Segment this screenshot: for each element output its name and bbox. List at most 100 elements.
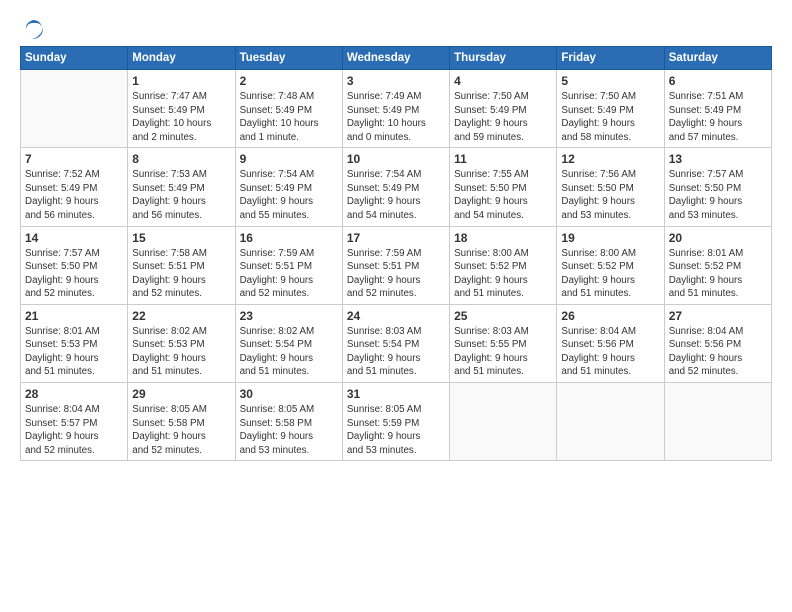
cell-date-number: 29 (132, 386, 230, 402)
cell-date-number: 12 (561, 151, 659, 167)
calendar-cell: 30Sunrise: 8:05 AMSunset: 5:58 PMDayligh… (235, 383, 342, 461)
weekday-header-tuesday: Tuesday (235, 47, 342, 70)
cell-date-number: 16 (240, 230, 338, 246)
calendar-cell: 2Sunrise: 7:48 AMSunset: 5:49 PMDaylight… (235, 70, 342, 148)
calendar-cell: 31Sunrise: 8:05 AMSunset: 5:59 PMDayligh… (342, 383, 449, 461)
cell-info-text: Sunrise: 8:03 AMSunset: 5:55 PMDaylight:… (454, 325, 552, 379)
cell-info-text: Sunrise: 7:58 AMSunset: 5:51 PMDaylight:… (132, 247, 230, 301)
page-header (20, 18, 772, 36)
cell-info-text: Sunrise: 7:47 AMSunset: 5:49 PMDaylight:… (132, 90, 230, 144)
cell-info-text: Sunrise: 7:59 AMSunset: 5:51 PMDaylight:… (240, 247, 338, 301)
cell-info-text: Sunrise: 7:54 AMSunset: 5:49 PMDaylight:… (347, 168, 445, 222)
cell-info-text: Sunrise: 7:49 AMSunset: 5:49 PMDaylight:… (347, 90, 445, 144)
cell-info-text: Sunrise: 7:55 AMSunset: 5:50 PMDaylight:… (454, 168, 552, 222)
cell-date-number: 4 (454, 73, 552, 89)
cell-date-number: 6 (669, 73, 767, 89)
cell-date-number: 27 (669, 308, 767, 324)
cell-date-number: 15 (132, 230, 230, 246)
cell-date-number: 11 (454, 151, 552, 167)
cell-info-text: Sunrise: 8:00 AMSunset: 5:52 PMDaylight:… (561, 247, 659, 301)
cell-info-text: Sunrise: 8:05 AMSunset: 5:58 PMDaylight:… (240, 403, 338, 457)
calendar-week-2: 7Sunrise: 7:52 AMSunset: 5:49 PMDaylight… (21, 148, 772, 226)
cell-date-number: 19 (561, 230, 659, 246)
calendar-cell: 6Sunrise: 7:51 AMSunset: 5:49 PMDaylight… (664, 70, 771, 148)
calendar-cell: 14Sunrise: 7:57 AMSunset: 5:50 PMDayligh… (21, 226, 128, 304)
calendar-cell: 7Sunrise: 7:52 AMSunset: 5:49 PMDaylight… (21, 148, 128, 226)
logo (20, 18, 44, 36)
calendar-week-5: 28Sunrise: 8:04 AMSunset: 5:57 PMDayligh… (21, 383, 772, 461)
calendar-cell: 23Sunrise: 8:02 AMSunset: 5:54 PMDayligh… (235, 304, 342, 382)
calendar-cell: 9Sunrise: 7:54 AMSunset: 5:49 PMDaylight… (235, 148, 342, 226)
calendar-cell: 24Sunrise: 8:03 AMSunset: 5:54 PMDayligh… (342, 304, 449, 382)
cell-date-number: 9 (240, 151, 338, 167)
cell-date-number: 7 (25, 151, 123, 167)
cell-date-number: 31 (347, 386, 445, 402)
cell-date-number: 30 (240, 386, 338, 402)
cell-date-number: 2 (240, 73, 338, 89)
cell-info-text: Sunrise: 8:01 AMSunset: 5:52 PMDaylight:… (669, 247, 767, 301)
weekday-header-saturday: Saturday (664, 47, 771, 70)
cell-info-text: Sunrise: 7:57 AMSunset: 5:50 PMDaylight:… (669, 168, 767, 222)
calendar-cell: 25Sunrise: 8:03 AMSunset: 5:55 PMDayligh… (450, 304, 557, 382)
cell-info-text: Sunrise: 7:50 AMSunset: 5:49 PMDaylight:… (561, 90, 659, 144)
calendar-cell: 8Sunrise: 7:53 AMSunset: 5:49 PMDaylight… (128, 148, 235, 226)
cell-info-text: Sunrise: 7:59 AMSunset: 5:51 PMDaylight:… (347, 247, 445, 301)
cell-info-text: Sunrise: 8:04 AMSunset: 5:56 PMDaylight:… (669, 325, 767, 379)
cell-info-text: Sunrise: 8:05 AMSunset: 5:58 PMDaylight:… (132, 403, 230, 457)
cell-date-number: 23 (240, 308, 338, 324)
cell-info-text: Sunrise: 7:56 AMSunset: 5:50 PMDaylight:… (561, 168, 659, 222)
calendar-table: SundayMondayTuesdayWednesdayThursdayFrid… (20, 46, 772, 461)
calendar-cell: 22Sunrise: 8:02 AMSunset: 5:53 PMDayligh… (128, 304, 235, 382)
calendar-cell: 27Sunrise: 8:04 AMSunset: 5:56 PMDayligh… (664, 304, 771, 382)
calendar-week-3: 14Sunrise: 7:57 AMSunset: 5:50 PMDayligh… (21, 226, 772, 304)
cell-date-number: 26 (561, 308, 659, 324)
calendar-cell: 13Sunrise: 7:57 AMSunset: 5:50 PMDayligh… (664, 148, 771, 226)
calendar-cell: 21Sunrise: 8:01 AMSunset: 5:53 PMDayligh… (21, 304, 128, 382)
calendar-cell (664, 383, 771, 461)
calendar-cell: 29Sunrise: 8:05 AMSunset: 5:58 PMDayligh… (128, 383, 235, 461)
calendar-cell: 4Sunrise: 7:50 AMSunset: 5:49 PMDaylight… (450, 70, 557, 148)
calendar-cell (21, 70, 128, 148)
cell-date-number: 28 (25, 386, 123, 402)
calendar-cell: 26Sunrise: 8:04 AMSunset: 5:56 PMDayligh… (557, 304, 664, 382)
calendar-page: SundayMondayTuesdayWednesdayThursdayFrid… (0, 0, 792, 612)
calendar-cell: 18Sunrise: 8:00 AMSunset: 5:52 PMDayligh… (450, 226, 557, 304)
cell-info-text: Sunrise: 7:53 AMSunset: 5:49 PMDaylight:… (132, 168, 230, 222)
cell-date-number: 25 (454, 308, 552, 324)
calendar-cell: 5Sunrise: 7:50 AMSunset: 5:49 PMDaylight… (557, 70, 664, 148)
weekday-header-friday: Friday (557, 47, 664, 70)
cell-date-number: 18 (454, 230, 552, 246)
weekday-header-wednesday: Wednesday (342, 47, 449, 70)
cell-date-number: 24 (347, 308, 445, 324)
cell-info-text: Sunrise: 8:02 AMSunset: 5:53 PMDaylight:… (132, 325, 230, 379)
cell-info-text: Sunrise: 8:00 AMSunset: 5:52 PMDaylight:… (454, 247, 552, 301)
cell-date-number: 22 (132, 308, 230, 324)
calendar-cell: 17Sunrise: 7:59 AMSunset: 5:51 PMDayligh… (342, 226, 449, 304)
cell-date-number: 8 (132, 151, 230, 167)
cell-info-text: Sunrise: 8:04 AMSunset: 5:56 PMDaylight:… (561, 325, 659, 379)
calendar-cell (557, 383, 664, 461)
cell-info-text: Sunrise: 8:04 AMSunset: 5:57 PMDaylight:… (25, 403, 123, 457)
cell-date-number: 5 (561, 73, 659, 89)
cell-info-text: Sunrise: 7:51 AMSunset: 5:49 PMDaylight:… (669, 90, 767, 144)
calendar-cell (450, 383, 557, 461)
cell-info-text: Sunrise: 7:54 AMSunset: 5:49 PMDaylight:… (240, 168, 338, 222)
calendar-cell: 10Sunrise: 7:54 AMSunset: 5:49 PMDayligh… (342, 148, 449, 226)
cell-date-number: 3 (347, 73, 445, 89)
cell-date-number: 20 (669, 230, 767, 246)
calendar-cell: 11Sunrise: 7:55 AMSunset: 5:50 PMDayligh… (450, 148, 557, 226)
calendar-cell: 15Sunrise: 7:58 AMSunset: 5:51 PMDayligh… (128, 226, 235, 304)
cell-info-text: Sunrise: 8:01 AMSunset: 5:53 PMDaylight:… (25, 325, 123, 379)
calendar-week-1: 1Sunrise: 7:47 AMSunset: 5:49 PMDaylight… (21, 70, 772, 148)
cell-date-number: 17 (347, 230, 445, 246)
cell-date-number: 1 (132, 73, 230, 89)
cell-info-text: Sunrise: 7:52 AMSunset: 5:49 PMDaylight:… (25, 168, 123, 222)
weekday-header-sunday: Sunday (21, 47, 128, 70)
calendar-week-4: 21Sunrise: 8:01 AMSunset: 5:53 PMDayligh… (21, 304, 772, 382)
calendar-cell: 3Sunrise: 7:49 AMSunset: 5:49 PMDaylight… (342, 70, 449, 148)
cell-info-text: Sunrise: 7:57 AMSunset: 5:50 PMDaylight:… (25, 247, 123, 301)
cell-date-number: 13 (669, 151, 767, 167)
calendar-cell: 19Sunrise: 8:00 AMSunset: 5:52 PMDayligh… (557, 226, 664, 304)
cell-date-number: 21 (25, 308, 123, 324)
logo-icon (22, 18, 44, 40)
